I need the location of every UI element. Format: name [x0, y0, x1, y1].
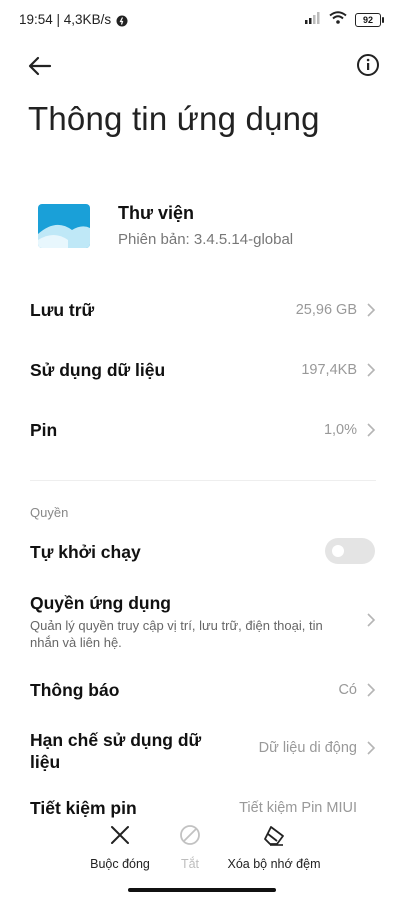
chevron-right-icon: [366, 612, 376, 628]
info-icon[interactable]: [355, 52, 381, 78]
page-title: Thông tin ứng dụng: [28, 100, 320, 137]
clear-cache-button[interactable]: Xóa bộ nhớ đệm: [224, 824, 324, 871]
data-usage-row[interactable]: Sử dụng dữ liệu 197,4KB: [0, 356, 405, 386]
data-usage-value: 197,4KB: [301, 362, 357, 378]
disable-label: Tắt: [180, 857, 200, 871]
storage-row[interactable]: Lưu trữ 25,96 GB: [0, 296, 405, 326]
status-bar: 19:54 | 4,3KB/s 92: [0, 0, 405, 42]
battery-icon: 92: [355, 13, 384, 27]
home-indicator[interactable]: [128, 888, 276, 892]
gallery-app-icon: [38, 204, 90, 248]
permissions-section-label: Quyền: [30, 505, 69, 520]
bottom-action-bar: Buộc đóng Tắt Xóa bộ nhớ đệm: [0, 818, 405, 888]
wifi-icon: [329, 11, 347, 29]
eraser-icon: [262, 826, 286, 850]
restrict-data-value: Dữ liệu di động: [258, 740, 357, 756]
autostart-toggle[interactable]: [325, 538, 375, 564]
storage-label: Lưu trữ: [30, 300, 95, 320]
app-version: Phiên bản: 3.4.5.14-global: [118, 231, 294, 248]
chevron-right-icon: [366, 740, 376, 756]
app-permissions-label: Quyền ứng dụng: [30, 593, 171, 613]
battery-saver-value: Tiết kiệm Pin MIUI: [239, 800, 357, 816]
chevron-right-icon: [366, 302, 376, 318]
restrict-data-label: Hạn chế sử dụng dữ liệu: [30, 730, 202, 772]
app-name: Thư viện: [118, 203, 195, 223]
restrict-data-row[interactable]: Hạn chế sử dụng dữ liệu Dữ liệu di động: [0, 726, 405, 774]
battery-value: 1,0%: [323, 422, 357, 438]
app-permissions-row[interactable]: Quyền ứng dụng Quản lý quyền truy cập vị…: [0, 590, 405, 654]
chevron-right-icon: [366, 422, 376, 438]
do-not-disturb-icon: [116, 14, 128, 32]
storage-value: 25,96 GB: [295, 302, 357, 318]
force-stop-button[interactable]: Buộc đóng: [84, 824, 156, 871]
data-usage-label: Sử dụng dữ liệu: [30, 360, 166, 380]
notifications-label: Thông báo: [30, 680, 120, 700]
status-icons: 92: [305, 11, 384, 29]
section-divider: [30, 480, 376, 481]
clear-cache-label: Xóa bộ nhớ đệm: [227, 857, 321, 871]
battery-saver-label: Tiết kiệm pin: [30, 798, 137, 818]
autostart-row: Tự khởi chạy: [0, 536, 405, 568]
battery-saver-row[interactable]: Tiết kiệm pin Tiết kiệm Pin MIUI: [0, 798, 405, 820]
battery-label: Pin: [30, 420, 58, 440]
battery-row[interactable]: Pin 1,0%: [0, 416, 405, 446]
status-time-speed: 19:54 | 4,3KB/s: [19, 12, 112, 27]
signal-icon: [305, 11, 321, 29]
chevron-right-icon: [366, 682, 376, 698]
disable-icon: [179, 825, 201, 850]
notifications-value: Có: [338, 682, 357, 698]
close-icon: [109, 826, 131, 850]
top-bar: [0, 48, 405, 82]
notifications-row[interactable]: Thông báo Có: [0, 676, 405, 706]
disable-button[interactable]: Tắt: [170, 824, 210, 871]
force-stop-label: Buộc đóng: [90, 857, 150, 871]
autostart-label: Tự khởi chạy: [30, 542, 141, 562]
toggle-knob: [332, 545, 344, 557]
app-permissions-description: Quản lý quyền truy cập vị trí, lưu trữ, …: [30, 618, 323, 650]
chevron-right-icon: [366, 362, 376, 378]
app-header: Thư viện Phiên bản: 3.4.5.14-global: [36, 200, 376, 256]
partial-row-clip: Tiết kiệm pin Tiết kiệm Pin MIUI: [0, 790, 405, 820]
back-arrow-icon[interactable]: [26, 52, 54, 80]
